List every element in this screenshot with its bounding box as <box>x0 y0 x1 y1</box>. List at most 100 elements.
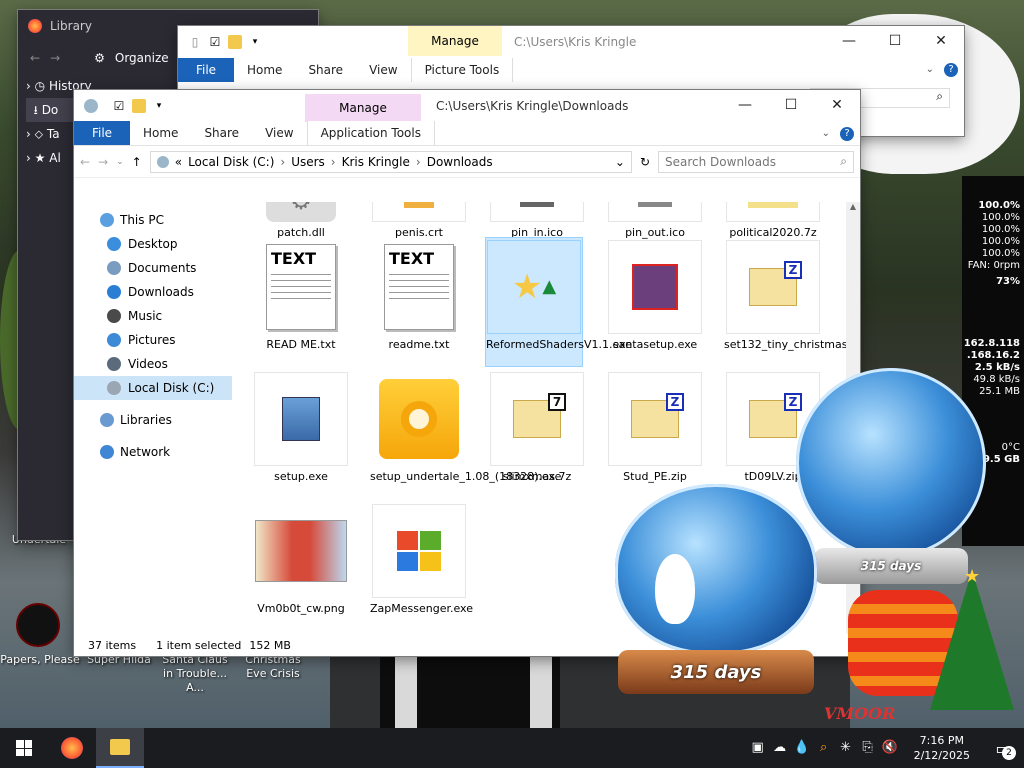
minimize-button[interactable]: — <box>826 26 872 56</box>
file-item[interactable]: santasetup.exe <box>606 240 704 352</box>
search-icon[interactable]: ⌕ <box>816 740 832 756</box>
back-arrow-icon[interactable]: ← <box>80 155 90 169</box>
ribbon-collapse-icon[interactable]: ⌄ <box>926 64 934 75</box>
file-item[interactable]: 7 slimxmas.7z <box>488 372 586 484</box>
tab-view[interactable]: View <box>356 58 410 82</box>
tab-file[interactable]: File <box>178 58 234 82</box>
file-name: political2020.7z <box>729 226 817 239</box>
file-item[interactable]: pin_in.ico <box>488 202 586 240</box>
desktop-icon-papers-please[interactable]: Papers, Please <box>0 653 80 666</box>
nav-item-music[interactable]: Music <box>74 304 232 328</box>
firefox-icon <box>28 19 42 33</box>
quick-access-dropdown-icon[interactable]: ▾ <box>248 35 262 49</box>
gauge-value: 100.0% <box>981 236 1020 247</box>
manage-tab[interactable]: Manage <box>305 94 421 122</box>
tab-home[interactable]: Home <box>130 121 191 145</box>
clock[interactable]: 7:16 PM 2/12/2025 <box>904 733 980 763</box>
file-item[interactable]: setup.exe <box>252 372 350 484</box>
search-input[interactable]: Search Downloads ⌕ <box>658 150 854 173</box>
volume-muted-icon[interactable]: 🔇 <box>882 740 898 756</box>
recent-locations-icon[interactable]: ⌄ <box>116 157 124 167</box>
maximize-button[interactable]: ☐ <box>768 90 814 120</box>
nav-item-network[interactable]: Network <box>74 440 232 464</box>
folder-icon[interactable] <box>228 35 242 49</box>
file-item[interactable]: Z set132_tiny_christmas.zip <box>724 240 846 352</box>
file-item[interactable]: ⚙ patch.dll <box>252 202 350 240</box>
file-name: readme.txt <box>388 338 450 351</box>
forward-arrow-icon[interactable]: → <box>98 155 108 169</box>
library-item-label: Al <box>49 151 61 165</box>
file-item[interactable]: political2020.7z <box>724 202 822 240</box>
file-item[interactable]: TEXT readme.txt <box>370 240 468 352</box>
help-icon[interactable]: ? <box>840 127 854 141</box>
water-drop-icon[interactable]: 💧 <box>794 740 810 756</box>
file-item[interactable]: penis.crt <box>370 202 468 240</box>
properties-icon[interactable]: ▯ <box>188 35 202 49</box>
sparkle-icon[interactable]: ✳ <box>838 740 854 756</box>
nav-item-videos[interactable]: Videos <box>74 352 232 376</box>
address-dropdown-icon[interactable]: ⌄ <box>615 155 625 169</box>
nav-item-downloads[interactable]: Downloads <box>74 280 232 304</box>
nav-item-this-pc[interactable]: This PC <box>74 208 232 232</box>
forward-arrow-icon[interactable]: → <box>50 51 60 65</box>
file-item[interactable]: Z Stud_PE.zip <box>606 372 704 484</box>
up-arrow-icon[interactable]: ↑ <box>132 155 142 169</box>
close-button[interactable]: ✕ <box>918 26 964 56</box>
nav-item-documents[interactable]: Documents <box>74 256 232 280</box>
checkbox-icon[interactable]: ☑ <box>208 35 222 49</box>
cloud-icon[interactable]: ☁ <box>772 740 788 756</box>
tab-view[interactable]: View <box>252 121 306 145</box>
breadcrumb-segment[interactable]: Downloads <box>427 155 493 169</box>
nav-item-pictures[interactable]: Pictures <box>74 328 232 352</box>
address-bar[interactable]: « Local Disk (C:) › Users › Kris Kringle… <box>149 150 632 173</box>
file-item[interactable]: Vm0b0t_cw.png <box>252 504 350 616</box>
nav-item-local-disk[interactable]: Local Disk (C:) <box>74 376 232 400</box>
file-item[interactable]: TEXT READ ME.txt <box>252 240 350 352</box>
maximize-button[interactable]: ☐ <box>872 26 918 56</box>
checkbox-icon[interactable]: ☑ <box>112 99 126 113</box>
manage-tab[interactable]: Manage <box>408 26 502 56</box>
ribbon-collapse-icon[interactable]: ⌄ <box>822 128 830 139</box>
tab-application-tools[interactable]: Application Tools <box>306 121 435 145</box>
close-button[interactable]: ✕ <box>814 90 860 120</box>
help-icon[interactable]: ? <box>944 63 958 77</box>
quick-access-dropdown-icon[interactable]: ▾ <box>152 99 166 113</box>
window-title: C:\Users\Kris Kringle\Downloads <box>436 99 629 113</box>
desktop-icon-santa-claus[interactable]: Santa Claus in Trouble... A... <box>156 653 234 695</box>
breadcrumb-segment[interactable]: Kris Kringle <box>342 155 410 169</box>
file-item[interactable]: setup_undertale_1.08_(18328).exe <box>370 372 561 484</box>
minimize-button[interactable]: — <box>722 90 768 120</box>
taskbar-file-explorer[interactable] <box>96 728 144 768</box>
back-arrow-icon[interactable]: ← <box>30 51 40 65</box>
tab-share[interactable]: Share <box>295 58 356 82</box>
scroll-up-icon[interactable]: ▲ <box>846 202 860 211</box>
nav-item-libraries[interactable]: Libraries <box>74 408 232 432</box>
breadcrumb-segment[interactable]: Users <box>291 155 325 169</box>
breadcrumb-overflow[interactable]: « <box>175 155 182 169</box>
papers-please-icon[interactable] <box>16 603 60 647</box>
gauge-value: 162.8.118 <box>963 338 1020 349</box>
chevron-right-icon: › <box>26 127 31 141</box>
nav-item-desktop[interactable]: Desktop <box>74 232 232 256</box>
notification-center-button[interactable]: ▭ 2 <box>986 728 1020 768</box>
gauge-value: 100.0% <box>978 200 1020 211</box>
file-item[interactable]: ZapMessenger.exe <box>370 504 473 616</box>
monitor-icon[interactable]: ▣ <box>750 740 766 756</box>
pc-icon[interactable] <box>84 99 98 113</box>
start-button[interactable] <box>0 728 48 768</box>
refresh-icon[interactable]: ↻ <box>640 155 650 169</box>
downloads-icon <box>107 285 121 299</box>
taskbar-firefox[interactable] <box>48 728 96 768</box>
file-item-selected[interactable]: ★ ▲ ReformedShadersV1.1.exe <box>485 237 632 367</box>
taskbar: ▣ ☁ 💧 ⌕ ✳ ⎘ 🔇 7:16 PM 2/12/2025 ▭ 2 <box>0 728 1024 768</box>
network-icon[interactable]: ⎘ <box>860 740 876 756</box>
tab-picture-tools[interactable]: Picture Tools <box>410 58 514 82</box>
tab-share[interactable]: Share <box>191 121 252 145</box>
tab-home[interactable]: Home <box>234 58 295 82</box>
organize-button[interactable]: Organize <box>115 51 169 65</box>
breadcrumb-segment[interactable]: Local Disk (C:) <box>188 155 274 169</box>
file-item[interactable]: pin_out.ico <box>606 202 704 240</box>
folder-icon[interactable] <box>132 99 146 113</box>
desktop-icon-christmas-eve[interactable]: Christmas Eve Crisis <box>234 653 312 681</box>
tab-file[interactable]: File <box>74 121 130 145</box>
